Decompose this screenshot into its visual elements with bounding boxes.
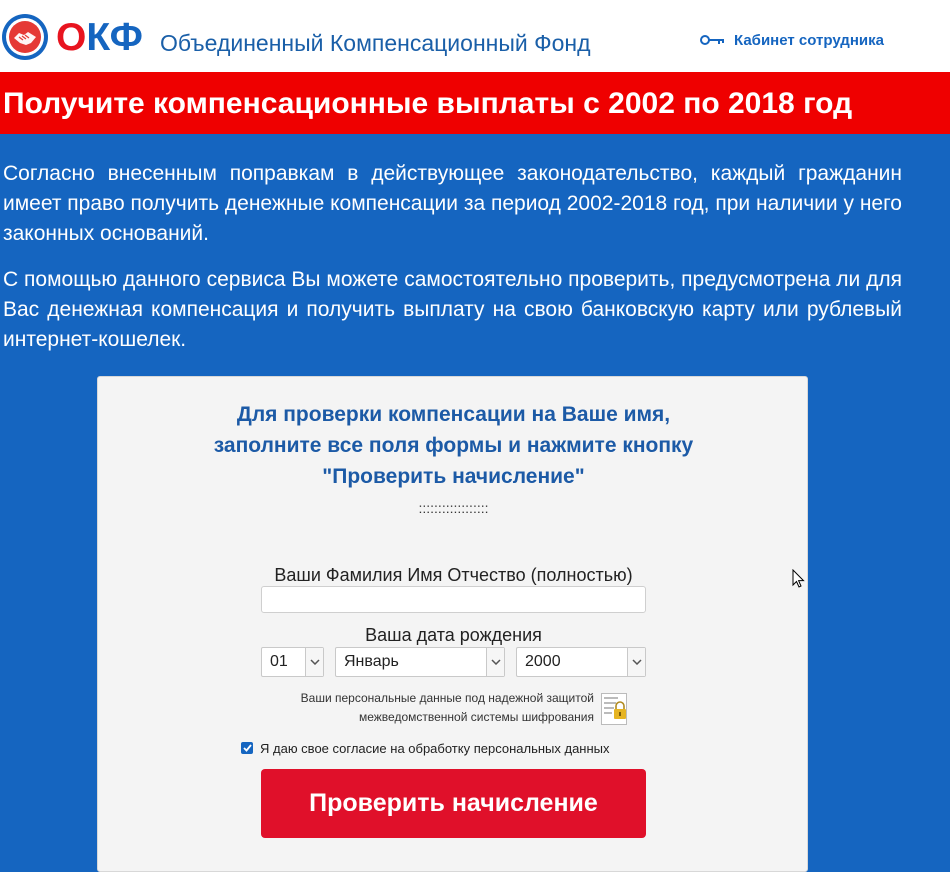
year-select[interactable]: 2000: [516, 647, 646, 677]
month-select[interactable]: Январь: [335, 647, 505, 677]
day-select[interactable]: 01: [261, 647, 324, 677]
chevron-down-icon[interactable]: [627, 648, 645, 676]
checkmark-icon: [242, 744, 252, 752]
chevron-down-icon[interactable]: [486, 648, 504, 676]
mouse-pointer-icon: [792, 569, 805, 588]
form-title-line-1: Для проверки компенсации на Ваше имя,: [236, 403, 671, 426]
chevron-down-icon[interactable]: [305, 648, 323, 676]
intro-paragraph-2: С помощью данного сервиса Вы можете само…: [3, 268, 902, 351]
security-note-line-1: Ваши персональные данные под надежной за…: [300, 691, 594, 705]
top-header: ОКФ Объединенный Компенсационный Фонд Ка…: [0, 0, 950, 72]
form-title-line-3: "Проверить начисление": [322, 465, 585, 488]
separator-dots: ::::::::::::::::::: [418, 500, 489, 516]
intro-paragraph-1: Согласно внесенным поправкам в действующ…: [3, 162, 902, 245]
employee-cabinet-link[interactable]: Кабинет сотрудника: [700, 30, 884, 50]
name-label: Ваши Фамилия Имя Отчество (полностью): [274, 565, 633, 585]
day-value: 01: [270, 653, 288, 670]
consent-row[interactable]: Я даю свое согласие на обработку персона…: [241, 740, 610, 756]
banner-title: Получите компенсационные выплаты с 2002 …: [3, 87, 853, 120]
handshake-logo-icon[interactable]: [2, 14, 48, 60]
consent-checkbox[interactable]: [241, 742, 253, 754]
check-accrual-button[interactable]: Проверить начисление: [261, 769, 646, 838]
security-note-line-2: межведомственной системы шифрования: [358, 710, 594, 724]
employee-cabinet-label: Кабинет сотрудника: [734, 31, 884, 49]
encrypted-document-lock-icon: [601, 693, 627, 725]
form-title-line-2: заполните все поля формы и нажмите кнопк…: [213, 434, 694, 457]
compensation-check-form: Для проверки компенсации на Ваше имя, за…: [97, 376, 808, 872]
brand-logo-text[interactable]: ОКФ: [56, 16, 143, 60]
year-value: 2000: [525, 653, 561, 670]
key-icon: [700, 35, 724, 45]
dob-label: Ваша дата рождения: [365, 625, 542, 645]
month-value: Январь: [344, 653, 399, 670]
consent-label: Я даю свое согласие на обработку персона…: [260, 740, 610, 756]
promo-banner: Получите компенсационные выплаты с 2002 …: [0, 72, 950, 134]
form-title: Для проверки компенсации на Ваше имя, за…: [98, 399, 809, 492]
brand-name: Объединенный Компенсационный Фонд: [160, 30, 591, 56]
brand-letters-kf: КФ: [86, 16, 143, 59]
full-name-input[interactable]: [261, 586, 646, 613]
security-note: Ваши персональные данные под надежной за…: [268, 689, 594, 727]
brand-letter-o: О: [56, 16, 87, 59]
